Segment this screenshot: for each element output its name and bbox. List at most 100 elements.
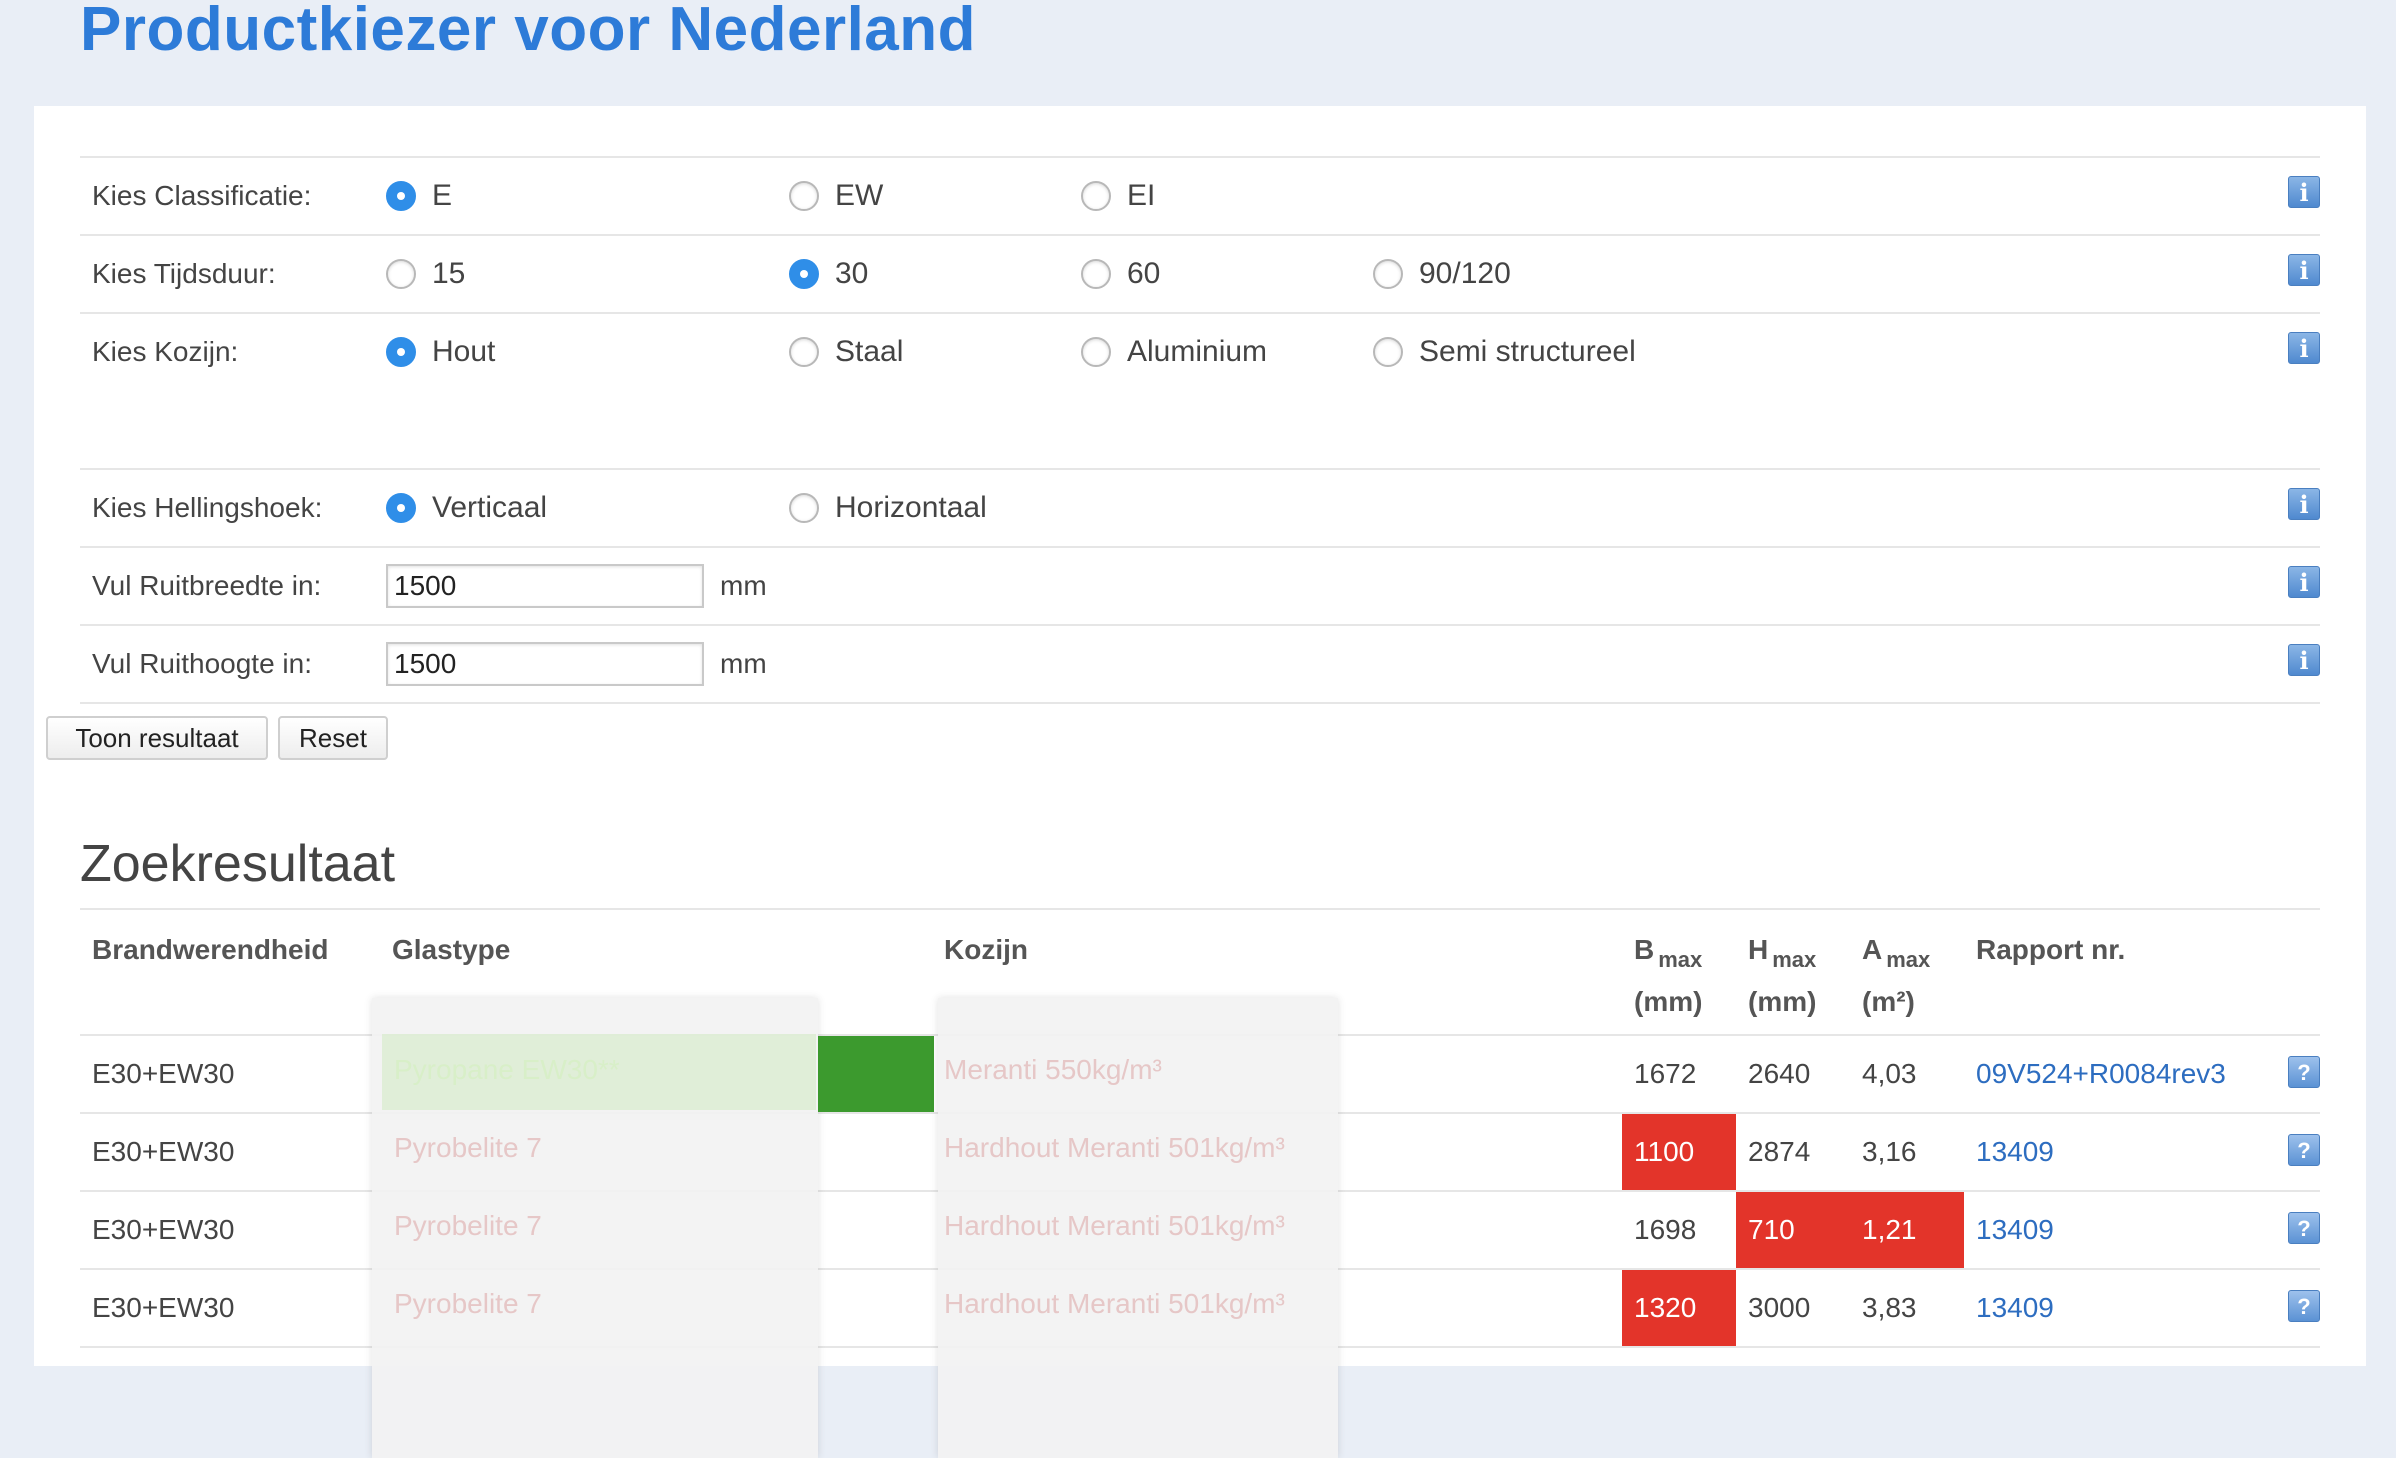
cell-a-max: 1,21 xyxy=(1850,1192,1964,1268)
hellingshoek-label: Kies Hellingshoek: xyxy=(92,492,323,523)
option-label: 30 xyxy=(835,257,869,290)
info-icon[interactable]: i xyxy=(2288,644,2320,676)
cell-a-max: 3,83 xyxy=(1862,1292,1917,1323)
radio-button[interactable] xyxy=(386,493,416,523)
option-label: Aluminium xyxy=(1127,335,1268,368)
cell-h-max: 3000 xyxy=(1748,1292,1811,1323)
info-icon[interactable]: i xyxy=(2288,332,2320,364)
help-icon[interactable]: ? xyxy=(2288,1056,2320,1088)
radio-classificatie-ei[interactable]: EI xyxy=(1081,176,1155,216)
radio-button[interactable] xyxy=(1081,259,1111,289)
radio-tijdsduur-90-120[interactable]: 90/120 xyxy=(1373,254,1511,294)
header-unit: (m²) xyxy=(1862,986,1915,1017)
row-ruitbreedte: Vul Ruitbreedte in: mm i xyxy=(80,548,2320,626)
cell-brandwerendheid: E30+EW30 xyxy=(92,1214,235,1245)
header-text: A xyxy=(1862,934,1883,965)
option-label: Horizontaal xyxy=(835,491,987,524)
radio-tijdsduur-60[interactable]: 60 xyxy=(1081,254,1160,294)
radio-hellingshoek-horizontaal[interactable]: Horizontaal xyxy=(789,488,987,528)
radio-tijdsduur-15[interactable]: 15 xyxy=(386,254,465,294)
radio-kozijn-aluminium[interactable]: Aluminium xyxy=(1081,332,1267,372)
cell-kozijn: Hardhout Meranti 501kg/m³ xyxy=(944,1132,1285,1163)
radio-button[interactable] xyxy=(1373,259,1403,289)
cell-b-max: 1698 xyxy=(1634,1214,1697,1245)
option-label: 60 xyxy=(1127,257,1161,290)
radio-button[interactable] xyxy=(386,181,416,211)
kozijn-overlay: Meranti 550kg/m³ Hardhout Meranti 501kg/… xyxy=(938,998,1338,1458)
radio-kozijn-semi-structureel[interactable]: Semi structureel xyxy=(1373,332,1636,372)
rapport-link[interactable]: 09V524+R0084rev3 xyxy=(1976,1036,2226,1112)
match-indicator xyxy=(818,1036,934,1112)
info-icon[interactable]: i xyxy=(2288,176,2320,208)
results-title: Zoekresultaat xyxy=(80,835,396,893)
radio-classificatie-e[interactable]: E xyxy=(386,176,452,216)
radio-button[interactable] xyxy=(386,337,416,367)
show-results-button[interactable]: Toon resultaat xyxy=(46,716,268,760)
content-panel: Kies Classificatie: E EW EI i Kies Tijds… xyxy=(34,106,2366,1458)
reset-button[interactable]: Reset xyxy=(278,716,388,760)
radio-button[interactable] xyxy=(789,493,819,523)
product-selector-form: Kies Classificatie: E EW EI i Kies Tijds… xyxy=(80,156,2320,704)
ruithoogte-label: Vul Ruithoogte in: xyxy=(92,648,312,679)
header-unit: (mm) xyxy=(1634,986,1703,1017)
radio-button[interactable] xyxy=(789,259,819,289)
header-a-max: Amax (m²) xyxy=(1862,934,1930,1018)
header-brandwerendheid: Brandwerendheid xyxy=(92,934,329,965)
radio-button[interactable] xyxy=(1081,181,1111,211)
row-kozijn: Kies Kozijn: Hout Staal Aluminium Semi s… xyxy=(80,314,2320,470)
help-icon[interactable]: ? xyxy=(2288,1290,2320,1322)
info-icon[interactable]: i xyxy=(2288,488,2320,520)
cell-glastype: Pyrobelite 7 xyxy=(394,1288,542,1319)
cell-b-max: 1320 xyxy=(1622,1270,1736,1346)
header-h-max: Hmax (mm) xyxy=(1748,934,1816,1018)
header-text: B xyxy=(1634,934,1655,965)
option-label: Hout xyxy=(432,335,496,368)
cell-glastype: Pyropane EW30** xyxy=(394,1054,620,1085)
cell-kozijn: Meranti 550kg/m³ xyxy=(944,1054,1162,1085)
rapport-link[interactable]: 13409 xyxy=(1976,1192,2054,1268)
classificatie-label: Kies Classificatie: xyxy=(92,180,312,211)
header-kozijn: Kozijn xyxy=(944,934,1028,965)
header-b-max: Bmax (mm) xyxy=(1634,934,1702,1018)
option-label: E xyxy=(432,179,453,212)
row-hellingshoek: Kies Hellingshoek: Verticaal Horizontaal… xyxy=(80,470,2320,548)
header-glastype: Glastype xyxy=(392,934,511,965)
header-unit: (mm) xyxy=(1748,986,1817,1017)
cell-kozijn: Hardhout Meranti 501kg/m³ xyxy=(944,1288,1285,1319)
header-sub: max xyxy=(1886,947,1931,972)
option-label: EI xyxy=(1127,179,1156,212)
radio-button[interactable] xyxy=(1373,337,1403,367)
unit-label: mm xyxy=(720,648,767,679)
ruitbreedte-input[interactable] xyxy=(386,564,704,608)
header-text: H xyxy=(1748,934,1769,965)
radio-tijdsduur-30[interactable]: 30 xyxy=(789,254,868,294)
info-icon[interactable]: i xyxy=(2288,566,2320,598)
cell-glastype: Pyrobelite 7 xyxy=(394,1210,542,1241)
ruitbreedte-label: Vul Ruitbreedte in: xyxy=(92,570,322,601)
option-label: 90/120 xyxy=(1419,257,1511,290)
radio-kozijn-hout[interactable]: Hout xyxy=(386,332,495,372)
ruithoogte-input[interactable] xyxy=(386,642,704,686)
cell-h-max: 710 xyxy=(1736,1192,1850,1268)
radio-classificatie-ew[interactable]: EW xyxy=(789,176,883,216)
rapport-link[interactable]: 13409 xyxy=(1976,1114,2054,1190)
cell-brandwerendheid: E30+EW30 xyxy=(92,1136,235,1167)
option-label: EW xyxy=(835,179,884,212)
radio-kozijn-staal[interactable]: Staal xyxy=(789,332,903,372)
help-icon[interactable]: ? xyxy=(2288,1134,2320,1166)
rapport-link[interactable]: 13409 xyxy=(1976,1270,2054,1346)
info-icon[interactable]: i xyxy=(2288,254,2320,286)
radio-hellingshoek-verticaal[interactable]: Verticaal xyxy=(386,488,547,528)
help-icon[interactable]: ? xyxy=(2288,1212,2320,1244)
radio-button[interactable] xyxy=(789,181,819,211)
row-tijdsduur: Kies Tijdsduur: 15 30 60 90/120 i xyxy=(80,236,2320,314)
header-rapport: Rapport nr. xyxy=(1976,934,2126,965)
radio-button[interactable] xyxy=(789,337,819,367)
option-label: Semi structureel xyxy=(1419,335,1636,368)
page-title: Productkiezer voor Nederland xyxy=(80,0,977,64)
radio-button[interactable] xyxy=(386,259,416,289)
unit-label: mm xyxy=(720,570,767,601)
glastype-overlay: Pyropane EW30** Pyrobelite 7 Pyrobelite … xyxy=(372,998,818,1458)
radio-button[interactable] xyxy=(1081,337,1111,367)
cell-a-max: 4,03 xyxy=(1862,1058,1917,1089)
